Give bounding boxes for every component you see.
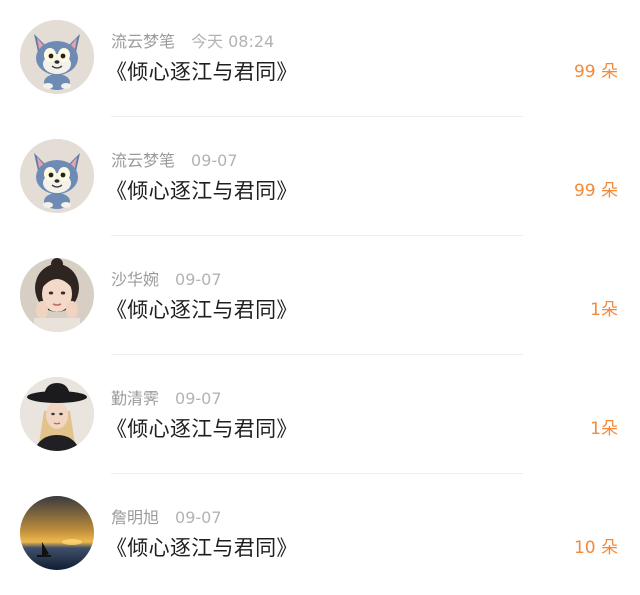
list-item[interactable]: 勤清霁 09-07 《倾心逐江与君同》 1朵 (0, 357, 640, 476)
divider (111, 354, 523, 355)
item-meta: 流云梦笔 今天 08:24 (111, 30, 274, 54)
gift-count: 10 朵 (573, 538, 618, 558)
list-item[interactable]: 流云梦笔 今天 08:24 《倾心逐江与君同》 99 朵 (0, 0, 640, 119)
timestamp: 09-07 (175, 389, 222, 408)
avatar[interactable] (20, 496, 94, 570)
gift-count: 99 朵 (573, 62, 618, 82)
timestamp: 09-07 (191, 151, 238, 170)
sender-name: 詹明旭 (111, 508, 160, 527)
item-meta: 勤清霁 09-07 (111, 387, 222, 411)
item-meta: 流云梦笔 09-07 (111, 149, 238, 173)
gift-count: 99 朵 (573, 181, 618, 201)
list-item[interactable]: 沙华婉 09-07 《倾心逐江与君同》 1朵 (0, 238, 640, 357)
book-title: 《倾心逐江与君同》 (106, 179, 298, 203)
timestamp: 今天 08:24 (191, 32, 275, 51)
sender-name: 流云梦笔 (111, 32, 176, 51)
divider (111, 235, 523, 236)
book-title: 《倾心逐江与君同》 (106, 60, 298, 84)
sender-name: 勤清霁 (111, 389, 160, 408)
woman-hat-icon (20, 377, 94, 451)
timestamp: 09-07 (175, 270, 222, 289)
list-item[interactable]: 流云梦笔 09-07 《倾心逐江与君同》 99 朵 (0, 119, 640, 238)
sunset-sailboat-icon (20, 496, 94, 570)
gift-count: 1朵 (590, 419, 618, 439)
item-meta: 詹明旭 09-07 (111, 506, 222, 530)
book-title: 《倾心逐江与君同》 (106, 298, 298, 322)
list-item[interactable]: 詹明旭 09-07 《倾心逐江与君同》 10 朵 (0, 476, 640, 595)
sender-name: 沙华婉 (111, 270, 160, 289)
cartoon-cat-icon (20, 20, 94, 94)
item-meta: 沙华婉 09-07 (111, 268, 222, 292)
avatar[interactable] (20, 377, 94, 451)
divider (111, 473, 523, 474)
avatar[interactable] (20, 20, 94, 94)
avatar[interactable] (20, 258, 94, 332)
divider (111, 116, 523, 117)
avatar[interactable] (20, 139, 94, 213)
cartoon-cat-icon (20, 139, 94, 213)
woman-portrait-icon (20, 258, 94, 332)
gift-record-list: 流云梦笔 今天 08:24 《倾心逐江与君同》 99 朵 流云梦笔 09-07 … (0, 0, 640, 591)
sender-name: 流云梦笔 (111, 151, 176, 170)
book-title: 《倾心逐江与君同》 (106, 536, 298, 560)
timestamp: 09-07 (175, 508, 222, 527)
gift-count: 1朵 (590, 300, 618, 320)
book-title: 《倾心逐江与君同》 (106, 417, 298, 441)
